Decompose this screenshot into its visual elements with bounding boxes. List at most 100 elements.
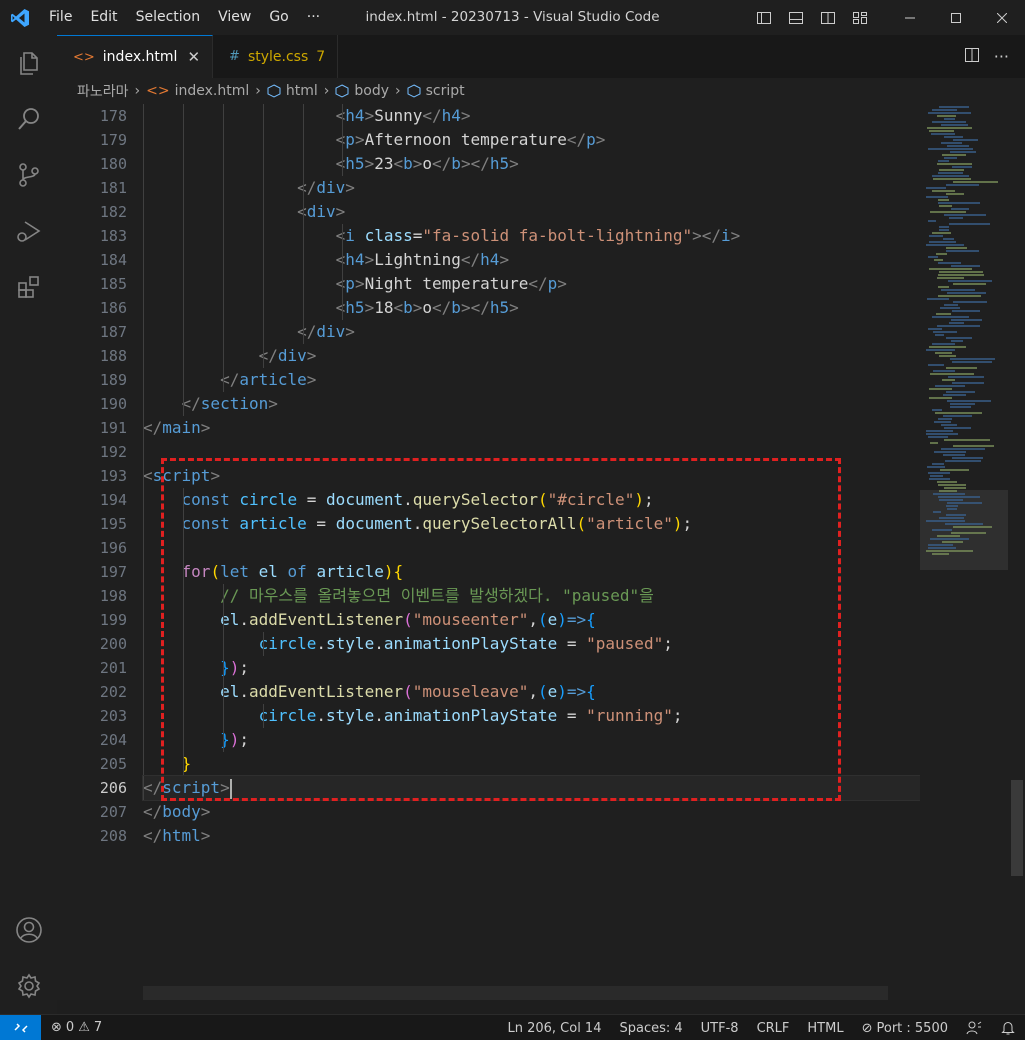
remote-indicator[interactable] bbox=[0, 1014, 41, 1040]
code-line[interactable]: <p>Night temperature</p> bbox=[143, 272, 920, 296]
minimap-line bbox=[932, 316, 969, 318]
minimap-line bbox=[953, 181, 998, 183]
toggle-secondary-sidebar-icon[interactable] bbox=[815, 5, 841, 31]
code-line[interactable]: <div> bbox=[143, 200, 920, 224]
breadcrumb-folder[interactable]: 파노라마 bbox=[77, 81, 129, 101]
minimap-line bbox=[952, 382, 984, 384]
code-line[interactable]: <h4>Sunny</h4> bbox=[143, 104, 920, 128]
minimap-line bbox=[933, 511, 941, 513]
menu-bar: File Edit Selection View Go ··· bbox=[40, 0, 329, 35]
more-actions-icon[interactable]: ··· bbox=[994, 47, 1009, 66]
code-editor[interactable]: 178 179 180 181 182 183 184 185 186 187 188 189 190 1… bbox=[57, 104, 920, 1000]
menu-edit[interactable]: Edit bbox=[81, 0, 126, 35]
toggle-primary-sidebar-icon[interactable] bbox=[751, 5, 777, 31]
minimap-line bbox=[928, 472, 950, 474]
warning-icon: ⚠ bbox=[78, 1020, 90, 1035]
code-line[interactable]: <h5>23<b>o</b></h5> bbox=[143, 152, 920, 176]
minimap-line bbox=[926, 187, 946, 189]
code-line[interactable]: </div> bbox=[143, 320, 920, 344]
close-icon[interactable]: ✕ bbox=[187, 48, 200, 66]
minimap-line bbox=[928, 112, 971, 114]
minimap-line bbox=[942, 154, 966, 156]
run-and-debug-icon[interactable] bbox=[0, 203, 57, 259]
toggle-panel-icon[interactable] bbox=[783, 5, 809, 31]
breadcrumb-html[interactable]: html bbox=[267, 83, 318, 99]
code-line[interactable]: </div> bbox=[143, 344, 920, 368]
minimap-line bbox=[941, 142, 962, 144]
minimap-line bbox=[938, 295, 981, 297]
explorer-icon[interactable] bbox=[0, 35, 57, 91]
css-file-icon: # bbox=[229, 49, 240, 64]
code-line[interactable]: </body> bbox=[143, 800, 920, 824]
code-line[interactable]: </article> bbox=[143, 368, 920, 392]
vertical-scrollbar[interactable] bbox=[1008, 104, 1025, 1000]
minimap-line bbox=[933, 178, 971, 180]
activity-bar bbox=[0, 35, 57, 1014]
horizontal-scrollbar[interactable] bbox=[143, 986, 888, 1000]
minimize-button[interactable] bbox=[887, 0, 933, 35]
minimap-line bbox=[937, 325, 980, 327]
code-line[interactable]: <i class="fa-solid fa-bolt-lightning"></… bbox=[143, 224, 920, 248]
maximize-button[interactable] bbox=[933, 0, 979, 35]
accounts-icon[interactable] bbox=[0, 902, 57, 958]
cursor-position[interactable]: Ln 206, Col 14 bbox=[498, 1021, 610, 1036]
menu-more[interactable]: ··· bbox=[298, 0, 329, 35]
html-file-icon: <> bbox=[73, 49, 95, 65]
minimap-line bbox=[938, 496, 980, 498]
code-line[interactable]: </html> bbox=[143, 824, 920, 848]
line-number: 204 bbox=[99, 731, 127, 749]
minimap-line bbox=[932, 175, 969, 177]
menu-go[interactable]: Go bbox=[260, 0, 297, 35]
breadcrumb-file[interactable]: <> index.html bbox=[146, 83, 249, 99]
minimap-line bbox=[946, 514, 966, 516]
chevron-right-icon: › bbox=[395, 83, 401, 99]
tab-style-css[interactable]: # style.css 7 bbox=[213, 35, 339, 78]
search-icon[interactable] bbox=[0, 91, 57, 147]
minimap-line bbox=[932, 343, 955, 345]
customize-layout-icon[interactable] bbox=[847, 5, 873, 31]
encoding[interactable]: UTF-8 bbox=[692, 1021, 748, 1036]
feedback-icon[interactable] bbox=[957, 1020, 991, 1036]
source-control-icon[interactable] bbox=[0, 147, 57, 203]
indentation[interactable]: Spaces: 4 bbox=[610, 1021, 691, 1036]
line-number: 186 bbox=[99, 299, 127, 317]
settings-gear-icon[interactable] bbox=[0, 958, 57, 1014]
minimap-line bbox=[938, 160, 949, 162]
minimap-line bbox=[950, 358, 995, 360]
notifications-bell-icon[interactable] bbox=[991, 1020, 1025, 1036]
minimap[interactable] bbox=[920, 104, 1008, 1000]
minimap-line bbox=[944, 304, 958, 306]
code-line[interactable]: <h5>18<b>o</b></h5> bbox=[143, 296, 920, 320]
menu-selection[interactable]: Selection bbox=[127, 0, 210, 35]
breadcrumb-body[interactable]: body bbox=[335, 83, 389, 99]
line-number: 185 bbox=[99, 275, 127, 293]
symbol-element-icon bbox=[335, 84, 349, 98]
close-window-button[interactable] bbox=[979, 0, 1025, 35]
line-number: 205 bbox=[99, 755, 127, 773]
breadcrumb-script[interactable]: script bbox=[407, 83, 465, 99]
minimap-line bbox=[934, 259, 943, 261]
code-line[interactable]: </div> bbox=[143, 176, 920, 200]
minimap-line bbox=[939, 226, 949, 228]
vscode-logo-icon[interactable] bbox=[0, 0, 40, 35]
menu-view[interactable]: View bbox=[209, 0, 260, 35]
code-line[interactable]: </main> bbox=[143, 416, 920, 440]
extensions-icon[interactable] bbox=[0, 259, 57, 315]
tab-index-html[interactable]: <> index.html ✕ bbox=[57, 35, 214, 78]
scrollbar-thumb[interactable] bbox=[1011, 780, 1023, 876]
minimap-line bbox=[930, 373, 974, 375]
code-line[interactable]: </section> bbox=[143, 392, 920, 416]
end-of-line[interactable]: CRLF bbox=[748, 1021, 799, 1036]
language-mode[interactable]: HTML bbox=[798, 1021, 852, 1036]
split-editor-icon[interactable] bbox=[964, 47, 980, 67]
minimap-line bbox=[937, 115, 956, 117]
menu-file[interactable]: File bbox=[40, 0, 81, 35]
code-line[interactable]: <p>Afternoon temperature</p> bbox=[143, 128, 920, 152]
problems-indicator[interactable]: ⊗ 0 ⚠ 7 bbox=[41, 1020, 112, 1035]
minimap-line bbox=[944, 427, 971, 429]
minimap-line bbox=[948, 376, 984, 378]
minimap-line bbox=[926, 349, 955, 351]
live-server-port[interactable]: ⊘ Port : 5500 bbox=[853, 1021, 957, 1036]
minimap-line bbox=[953, 139, 978, 141]
code-line[interactable]: <h4>Lightning</h4> bbox=[143, 248, 920, 272]
